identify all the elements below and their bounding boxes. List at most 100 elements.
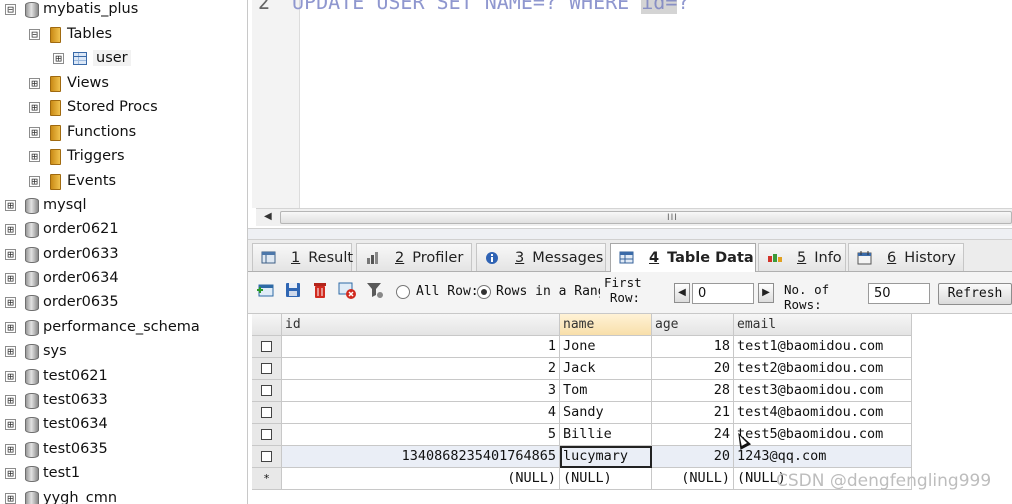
tree-node-db-test0635[interactable]: ⊞ test0635 <box>5 437 108 461</box>
expand-icon[interactable]: ⊞ <box>5 394 16 406</box>
tab-info[interactable]: 5 Info <box>758 243 846 271</box>
delete-icon[interactable] <box>310 280 330 300</box>
row-checkbox[interactable] <box>261 341 272 352</box>
tree-node-db-order0621[interactable]: ⊞ order0621 <box>5 217 119 241</box>
row-selector[interactable] <box>252 424 282 446</box>
cell-id[interactable]: 2 <box>282 358 560 380</box>
expand-icon[interactable]: ⊞ <box>5 467 16 479</box>
cell-name[interactable]: Billie <box>560 424 652 446</box>
row-checkbox[interactable] <box>261 363 272 374</box>
sql-editor[interactable]: 2 UPDATE USER SET NAME=? WHERE id=? ◀ III <box>248 0 1012 228</box>
cell-id[interactable]: 1 <box>282 336 560 358</box>
row-selector[interactable] <box>252 402 282 424</box>
row-checkbox[interactable] <box>261 451 272 462</box>
tree-node-db-test0633[interactable]: ⊞ test0633 <box>5 388 108 412</box>
expand-icon[interactable]: ⊞ <box>29 77 40 89</box>
tree-node-events[interactable]: ⊞ Events <box>29 169 116 193</box>
cancel-changes-icon[interactable] <box>337 280 357 300</box>
rows-in-range-radio[interactable] <box>477 285 491 299</box>
cell-email[interactable]: test5@baomidou.com <box>734 424 912 446</box>
cell-id[interactable]: 1340868235401764865 <box>282 446 560 468</box>
tree-node-table-user[interactable]: ⊞ user <box>53 46 131 70</box>
first-row-input[interactable] <box>692 283 754 304</box>
cell-email[interactable]: test4@baomidou.com <box>734 402 912 424</box>
cell-id[interactable]: (NULL) <box>282 468 560 490</box>
cell-name[interactable]: (NULL) <box>560 468 652 490</box>
row-selector[interactable] <box>252 336 282 358</box>
cell-email[interactable]: 1243@qq.com <box>734 446 912 468</box>
expand-icon[interactable]: ⊞ <box>5 345 16 357</box>
tab-messages[interactable]: 3 Messages <box>476 243 606 271</box>
expand-icon[interactable]: ⊞ <box>5 272 16 284</box>
tree-node-db-order0635[interactable]: ⊞ order0635 <box>5 290 119 314</box>
row-checkbox[interactable] <box>261 385 272 396</box>
expand-icon[interactable]: ⊞ <box>5 321 16 333</box>
cell-age[interactable]: 24 <box>652 424 734 446</box>
tree-node-views[interactable]: ⊞ Views <box>29 71 109 95</box>
tab-history[interactable]: 6 History <box>848 243 964 271</box>
cell-age[interactable]: 28 <box>652 380 734 402</box>
tree-node-functions[interactable]: ⊞ Functions <box>29 120 136 144</box>
expand-icon[interactable]: ⊞ <box>29 126 40 138</box>
editor-horizontal-scrollbar[interactable]: ◀ III <box>256 208 1012 226</box>
scrollbar-thumb[interactable]: III <box>280 211 1012 224</box>
cell-id[interactable]: 5 <box>282 424 560 446</box>
column-header-age[interactable]: age <box>652 314 734 336</box>
expand-icon[interactable]: ⊞ <box>29 101 40 113</box>
scroll-left-arrow-icon[interactable]: ◀ <box>264 211 272 222</box>
pane-splitter[interactable] <box>248 228 1012 240</box>
cell-email[interactable]: test1@baomidou.com <box>734 336 912 358</box>
tab-table-data[interactable]: 4 Table Data <box>610 243 756 272</box>
cell-id[interactable]: 3 <box>282 380 560 402</box>
insert-row-icon[interactable] <box>256 280 276 300</box>
cell-name[interactable]: Jone <box>560 336 652 358</box>
tree-node-db-test0634[interactable]: ⊞ test0634 <box>5 412 108 436</box>
filter-icon[interactable] <box>365 280 385 300</box>
row-selector[interactable] <box>252 380 282 402</box>
column-header-email[interactable]: email <box>734 314 912 336</box>
prev-page-button[interactable]: ◀ <box>674 283 690 303</box>
tree-node-db-order0633[interactable]: ⊞ order0633 <box>5 242 119 266</box>
cell-age[interactable]: 21 <box>652 402 734 424</box>
cell-name[interactable]: Tom <box>560 380 652 402</box>
tree-node-db-yygh-cmn[interactable]: ⊞ yygh_cmn <box>5 486 117 504</box>
cell-email[interactable]: test3@baomidou.com <box>734 380 912 402</box>
cell-age[interactable]: 20 <box>652 446 734 468</box>
tree-node-db-test0621[interactable]: ⊞ test0621 <box>5 364 108 388</box>
cell-age[interactable]: 18 <box>652 336 734 358</box>
row-selector[interactable] <box>252 446 282 468</box>
expand-icon[interactable]: ⊞ <box>5 296 16 308</box>
row-selector-header[interactable] <box>252 314 282 336</box>
tree-node-db-performance-schema[interactable]: ⊞ performance_schema <box>5 315 200 339</box>
column-header-name[interactable]: name <box>560 314 652 336</box>
collapse-icon[interactable]: ⊟ <box>29 28 40 40</box>
expand-icon[interactable]: ⊞ <box>5 492 16 504</box>
tab-result[interactable]: 1 Result <box>252 243 353 271</box>
tree-node-db-order0634[interactable]: ⊞ order0634 <box>5 266 119 290</box>
expand-icon[interactable]: ⊞ <box>5 443 16 455</box>
tree-node-db-mysql[interactable]: ⊞ mysql <box>5 193 87 217</box>
save-icon[interactable] <box>283 280 303 300</box>
cell-id[interactable]: 4 <box>282 402 560 424</box>
tree-node-stored-procs[interactable]: ⊞ Stored Procs <box>29 95 158 119</box>
tree-node-mybatis-plus[interactable]: ⊟ mybatis_plus <box>5 0 138 21</box>
refresh-button[interactable]: Refresh <box>938 283 1012 305</box>
cell-age[interactable]: 20 <box>652 358 734 380</box>
expand-icon[interactable]: ⊞ <box>5 418 16 430</box>
next-page-button[interactable]: ▶ <box>758 283 774 303</box>
all-rows-radio[interactable] <box>396 285 410 299</box>
tree-node-triggers[interactable]: ⊞ Triggers <box>29 144 125 168</box>
cell-age[interactable]: (NULL) <box>652 468 734 490</box>
tree-node-db-test1[interactable]: ⊞ test1 <box>5 461 80 485</box>
tree-node-tables[interactable]: ⊟ Tables <box>29 22 112 46</box>
row-checkbox[interactable] <box>261 407 272 418</box>
expand-icon[interactable]: ⊞ <box>5 370 16 382</box>
column-header-id[interactable]: id <box>282 314 560 336</box>
expand-icon[interactable]: ⊞ <box>53 52 64 64</box>
sql-code-line[interactable]: 2 UPDATE USER SET NAME=? WHERE id=? <box>258 0 689 14</box>
num-rows-input[interactable] <box>868 283 930 304</box>
tree-node-db-sys[interactable]: ⊞ sys <box>5 339 67 363</box>
cell-email[interactable]: test2@baomidou.com <box>734 358 912 380</box>
cell-name[interactable]: Jack <box>560 358 652 380</box>
expand-icon[interactable]: ⊞ <box>29 175 40 187</box>
